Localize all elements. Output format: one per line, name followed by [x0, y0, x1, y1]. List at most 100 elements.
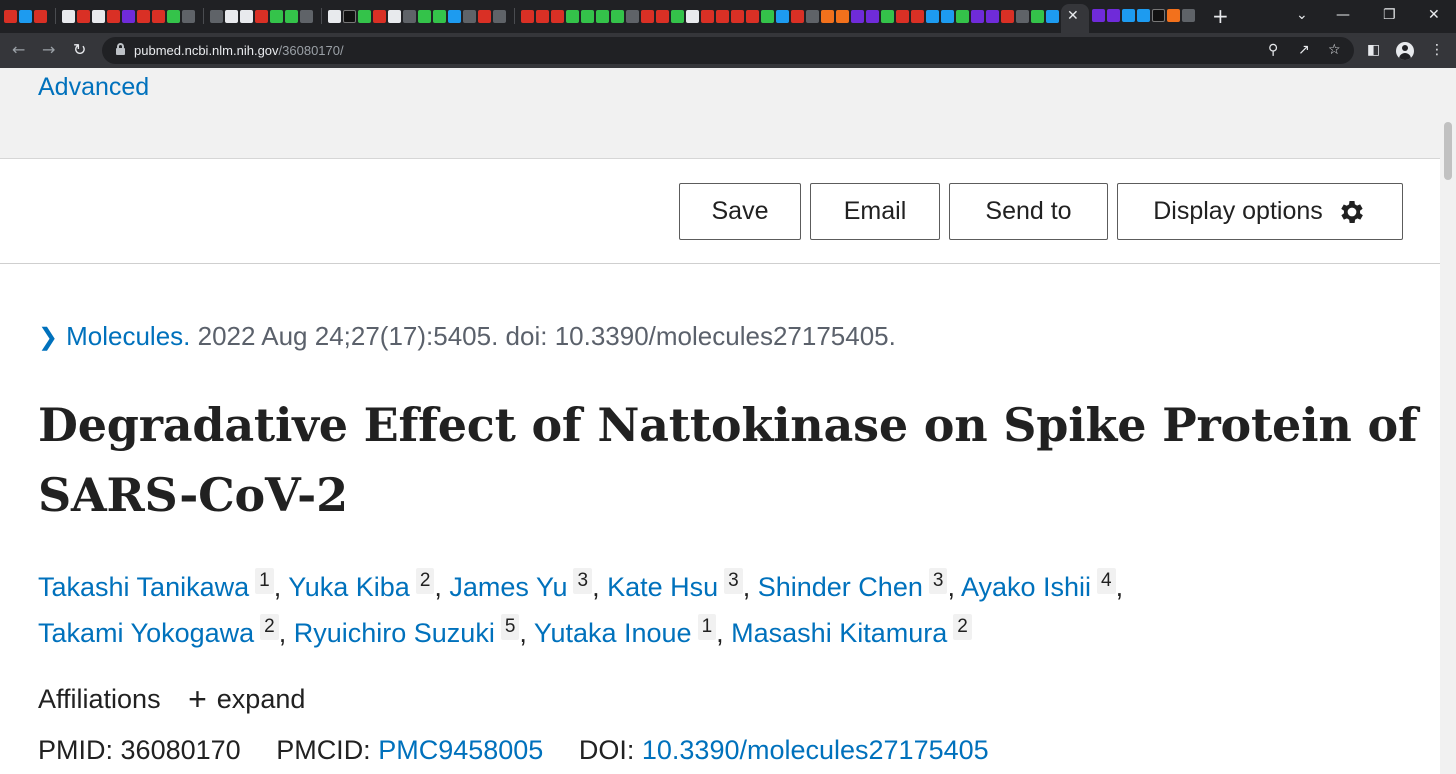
tab-favicon[interactable] — [167, 9, 180, 23]
tab-favicon[interactable] — [373, 9, 386, 23]
tab-favicon[interactable] — [671, 9, 684, 23]
author-link[interactable]: Masashi Kitamura — [731, 618, 947, 648]
tab-favicon[interactable] — [971, 9, 984, 23]
tab-favicon[interactable] — [448, 9, 461, 23]
tab-favicon[interactable] — [986, 9, 999, 23]
tab-favicon[interactable] — [1046, 9, 1059, 23]
author-link[interactable]: Ryuichiro Suzuki — [294, 618, 495, 648]
tab-favicon[interactable] — [836, 9, 849, 23]
reload-icon[interactable]: ↻ — [73, 39, 86, 61]
tab-favicon[interactable] — [701, 9, 714, 23]
tab-favicon[interactable] — [328, 9, 341, 23]
tab-favicon[interactable] — [521, 9, 534, 23]
tab-favicon[interactable] — [19, 9, 32, 23]
tab-favicon[interactable] — [62, 9, 75, 23]
send-to-button[interactable]: Send to — [949, 183, 1108, 240]
tab-favicon[interactable] — [225, 9, 238, 23]
tab-favicon[interactable] — [731, 9, 744, 23]
tab-favicon[interactable] — [77, 9, 90, 23]
tab-favicon[interactable] — [911, 9, 924, 23]
share-icon[interactable]: ↗ — [1298, 41, 1310, 59]
tab-favicon[interactable] — [596, 9, 609, 23]
tab-favicon[interactable] — [536, 9, 549, 23]
minimize-icon[interactable]: — — [1336, 5, 1350, 25]
author-link[interactable]: Shinder Chen — [758, 572, 923, 602]
tab-favicon[interactable] — [746, 9, 759, 23]
affiliation-badge[interactable]: 2 — [415, 568, 435, 594]
author-link[interactable]: Yuka Kiba — [288, 572, 410, 602]
plus-icon[interactable]: + — [188, 682, 207, 716]
tab-favicon[interactable] — [761, 9, 774, 23]
affiliation-badge[interactable]: 5 — [500, 614, 520, 640]
affiliations-expand-toggle[interactable]: + expand — [168, 682, 306, 716]
close-window-icon[interactable]: ✕ — [1428, 5, 1440, 25]
tab-favicon[interactable] — [776, 9, 789, 23]
tab-favicon[interactable] — [716, 9, 729, 23]
author-link[interactable]: Ayako Ishii — [961, 572, 1091, 602]
author-link[interactable]: Takashi Tanikawa — [38, 572, 249, 602]
expand-label[interactable]: expand — [217, 684, 306, 714]
tab-favicon[interactable] — [686, 9, 699, 23]
author-link[interactable]: Yutaka Inoue — [534, 618, 692, 648]
affiliation-badge[interactable]: 1 — [697, 614, 717, 640]
affiliation-badge[interactable]: 1 — [255, 568, 274, 594]
tab-favicon[interactable] — [493, 9, 506, 23]
tab-favicon[interactable] — [137, 9, 150, 23]
tab-favicon[interactable] — [285, 9, 298, 23]
affiliation-badge[interactable]: 3 — [573, 568, 593, 594]
doi-link[interactable]: 10.3390/molecules27175405 — [642, 735, 989, 765]
tab-favicon[interactable] — [566, 9, 579, 23]
journal-link[interactable]: Molecules. — [66, 321, 190, 351]
tab-favicon[interactable] — [388, 9, 401, 23]
lock-icon[interactable] — [116, 43, 125, 55]
address-bar[interactable]: pubmed.ncbi.nlm.nih.gov/36080170/ ⚲ ↗ ☆ — [102, 37, 1354, 64]
email-button[interactable]: Email — [810, 183, 940, 240]
affiliation-badge[interactable]: 3 — [724, 568, 743, 594]
tab-favicons[interactable] — [4, 7, 1194, 25]
tab-favicon[interactable] — [1016, 9, 1029, 23]
bookmark-star-icon[interactable]: ☆ — [1328, 41, 1341, 59]
tab-favicon[interactable] — [881, 9, 894, 23]
more-tab-favicons[interactable] — [1092, 9, 1197, 22]
tab-favicon[interactable] — [343, 9, 356, 23]
zoom-icon[interactable]: ⚲ — [1268, 41, 1278, 59]
side-panel-icon[interactable]: ◧ — [1367, 40, 1380, 60]
tab-favicon[interactable] — [34, 9, 47, 23]
tab-favicon[interactable] — [926, 9, 939, 23]
forward-icon[interactable]: → — [42, 39, 55, 61]
chevron-right-icon[interactable]: ❯ — [38, 322, 58, 354]
save-button[interactable]: Save — [679, 183, 801, 240]
tab-search-icon[interactable]: ⌄ — [1296, 5, 1308, 25]
tab-favicon[interactable] — [240, 9, 253, 23]
close-tab-icon[interactable]: ✕ — [1067, 6, 1079, 26]
profile-avatar-icon[interactable] — [1396, 42, 1414, 60]
tab-favicon[interactable] — [656, 9, 669, 23]
tab-favicon[interactable] — [418, 9, 431, 23]
tab-favicon[interactable] — [806, 9, 819, 23]
tab-favicon[interactable] — [92, 9, 105, 23]
tab-favicon[interactable] — [210, 9, 223, 23]
restore-icon[interactable]: ❐ — [1383, 5, 1396, 25]
affiliation-badge[interactable]: 2 — [953, 614, 972, 640]
tab-favicon[interactable] — [851, 9, 864, 23]
affiliation-badge[interactable]: 3 — [928, 568, 948, 594]
tab-favicon[interactable] — [270, 9, 283, 23]
tab-favicon[interactable] — [626, 9, 639, 23]
tab-favicon[interactable] — [941, 9, 954, 23]
affiliation-badge[interactable]: 2 — [260, 614, 279, 640]
tab-favicon[interactable] — [1001, 9, 1014, 23]
tab-favicon[interactable] — [433, 9, 446, 23]
tab-favicon[interactable] — [956, 9, 969, 23]
tab-favicon[interactable] — [403, 9, 416, 23]
author-link[interactable]: Takami Yokogawa — [38, 618, 254, 648]
tab-favicon[interactable] — [152, 9, 165, 23]
affiliation-badge[interactable]: 4 — [1097, 568, 1116, 594]
tab-favicon[interactable] — [551, 9, 564, 23]
tab-favicon[interactable] — [463, 9, 476, 23]
tab-favicon[interactable] — [641, 9, 654, 23]
new-tab-button[interactable]: + — [1212, 4, 1229, 28]
tab-favicon[interactable] — [182, 9, 195, 23]
tab-favicon[interactable] — [866, 9, 879, 23]
tab-favicon[interactable] — [611, 9, 624, 23]
tab-favicon[interactable] — [107, 9, 120, 23]
